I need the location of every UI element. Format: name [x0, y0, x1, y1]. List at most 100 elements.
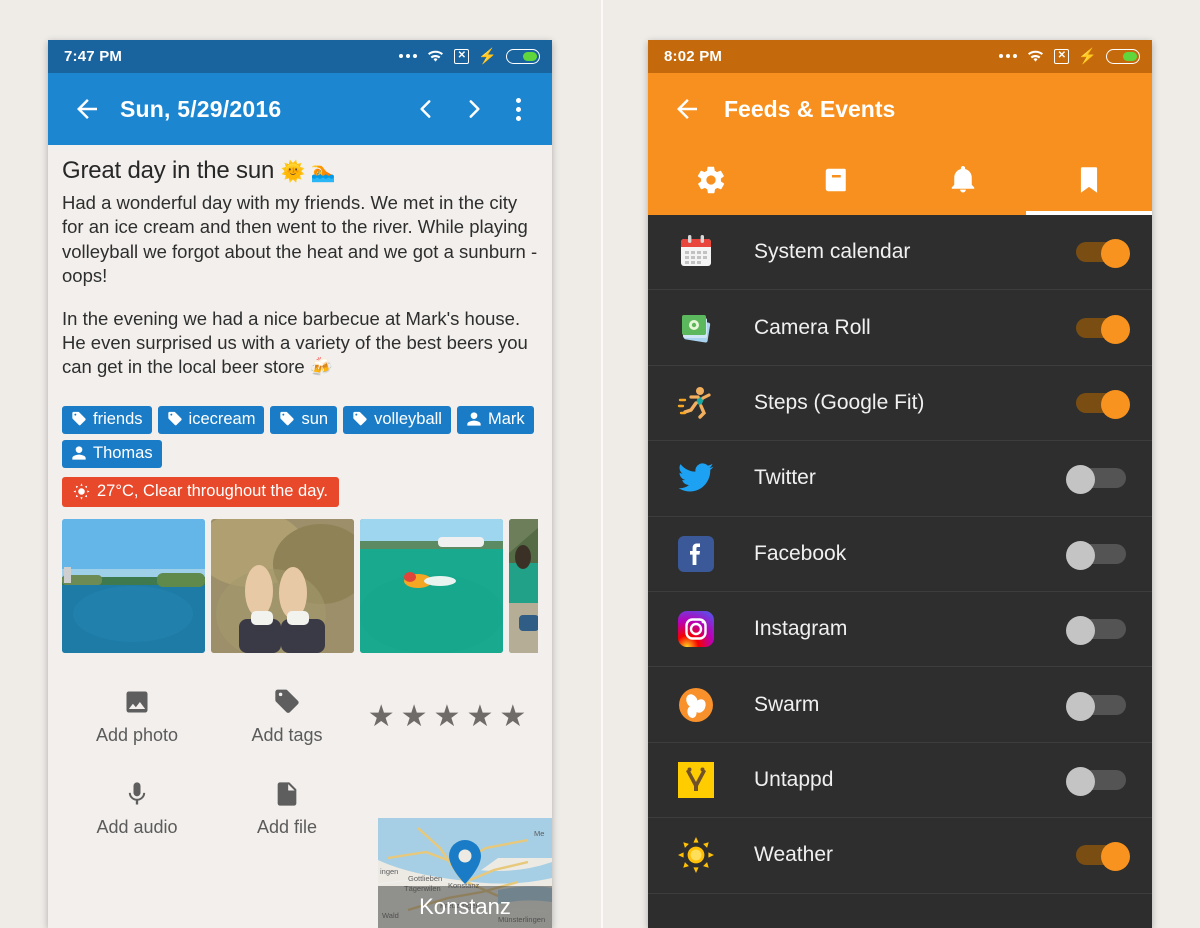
tab-settings[interactable]	[648, 145, 774, 215]
tag-chip[interactable]: icecream	[157, 405, 265, 434]
action-row: Add photo Add tags ★ ★ ★ ★ ★	[62, 671, 538, 763]
feed-toggle[interactable]	[1066, 239, 1130, 269]
more-vertical-icon[interactable]	[498, 85, 538, 133]
feed-row-system-calendar[interactable]: System calendar	[648, 215, 1152, 291]
star-icon[interactable]: ★	[401, 701, 428, 732]
add-photo-button[interactable]: Add photo	[62, 671, 212, 763]
feed-toggle[interactable]	[1066, 766, 1130, 796]
person-icon	[72, 446, 86, 461]
add-audio-label: Add audio	[96, 816, 178, 837]
wifi-icon	[1026, 47, 1045, 67]
facebook-icon	[674, 532, 718, 576]
feed-label: Swarm	[754, 692, 820, 716]
feed-row-weather[interactable]: Weather	[648, 818, 1152, 894]
back-button[interactable]	[62, 84, 112, 134]
instagram-icon	[674, 607, 718, 651]
tab-feeds[interactable]	[1026, 145, 1152, 215]
feed-toggle[interactable]	[1066, 540, 1130, 570]
bookmark-icon	[1080, 167, 1098, 193]
feed-row-untappd[interactable]: Untappd	[648, 743, 1152, 819]
feed-toggle[interactable]	[1066, 314, 1130, 344]
entry-title-emoji: 🌞 🏊	[280, 161, 336, 183]
tag-chip[interactable]: sun	[270, 405, 338, 434]
entry-title: Great day in the sun 🌞 🏊	[62, 145, 538, 191]
location-map-thumbnail[interactable]: Me ingen Gottlieben Tägerwilen Konstanz …	[378, 818, 552, 928]
feed-label: Weather	[754, 843, 833, 867]
feed-toggle[interactable]	[1066, 842, 1130, 872]
person-chip-label: Thomas	[93, 443, 153, 462]
battery-icon	[1106, 49, 1140, 64]
feed-toggle[interactable]	[1066, 691, 1130, 721]
feed-list: System calendar Camera Roll Steps (Googl…	[648, 215, 1152, 894]
status-bar-time: 8:02 PM	[664, 48, 723, 65]
charging-bolt-icon: ⚡	[1078, 48, 1097, 65]
image-icon	[126, 691, 148, 713]
tag-chip-list: friends icecream sun volleyball Mark Tho…	[62, 405, 538, 468]
person-chip[interactable]: Mark	[456, 405, 534, 434]
weather-text: 27°C, Clear throughout the day.	[97, 481, 329, 500]
feed-row-swarm[interactable]: Swarm	[648, 667, 1152, 743]
page-title: Sun, 5/29/2016	[120, 95, 282, 122]
feed-row-steps[interactable]: Steps (Google Fit)	[648, 366, 1152, 442]
swarm-icon	[674, 683, 718, 727]
feed-label: Instagram	[754, 617, 848, 641]
beach-people-photo[interactable]	[509, 518, 538, 653]
feed-label: Steps (Google Fit)	[754, 390, 925, 414]
feed-toggle[interactable]	[1066, 389, 1130, 419]
photos-icon	[674, 306, 718, 350]
entry-title-text: Great day in the sun	[62, 157, 275, 184]
tag-icon	[275, 689, 299, 713]
book-icon	[825, 168, 846, 192]
status-bar-time: 7:47 PM	[64, 48, 123, 65]
feed-row-camera-roll[interactable]: Camera Roll	[648, 290, 1152, 366]
tab-reminders[interactable]	[900, 145, 1026, 215]
feed-toggle[interactable]	[1066, 616, 1130, 646]
tab-bar	[648, 145, 1152, 215]
map-caption: Konstanz	[378, 886, 552, 928]
weather-badge[interactable]: 27°C, Clear throughout the day.	[62, 476, 340, 507]
river-with-trees-photo[interactable]	[62, 518, 205, 653]
feed-row-twitter[interactable]: Twitter	[648, 441, 1152, 517]
tag-chip-label: sun	[301, 409, 329, 428]
rating-stars[interactable]: ★ ★ ★ ★ ★	[362, 671, 532, 763]
star-icon[interactable]: ★	[466, 701, 493, 732]
tag-icon	[167, 412, 182, 426]
runner-icon	[674, 381, 718, 425]
person-icon	[467, 412, 481, 427]
person-chip[interactable]: Thomas	[62, 439, 162, 468]
file-icon	[277, 782, 297, 806]
feet-in-shallow-water-photo[interactable]	[211, 518, 354, 653]
add-file-button[interactable]: Add file	[212, 763, 362, 855]
tag-chip-label: volleyball	[374, 409, 442, 428]
charging-bolt-icon: ⚡	[478, 48, 497, 65]
tag-icon	[72, 412, 86, 426]
swimmer-in-lake-photo[interactable]	[360, 518, 503, 653]
add-audio-button[interactable]: Add audio	[62, 763, 212, 855]
tab-diary[interactable]	[774, 145, 900, 215]
tag-chip[interactable]: volleyball	[343, 405, 451, 434]
back-button[interactable]	[662, 84, 712, 134]
star-icon[interactable]: ★	[499, 701, 526, 732]
sim-disabled-icon: ✕	[1054, 49, 1070, 64]
feed-toggle[interactable]	[1066, 465, 1130, 495]
feed-row-facebook[interactable]: Facebook	[648, 517, 1152, 592]
add-tags-button[interactable]: Add tags	[212, 671, 362, 763]
star-icon[interactable]: ★	[368, 701, 395, 732]
microphone-icon	[128, 782, 146, 805]
battery-icon	[506, 49, 540, 64]
map-label: Me	[534, 829, 544, 838]
tag-chip[interactable]: friends	[62, 405, 152, 434]
entry-paragraph: In the evening we had a nice barbecue at…	[62, 307, 528, 378]
tag-chip-label: friends	[93, 409, 143, 428]
previous-day-button[interactable]	[402, 85, 450, 133]
map-label: ingen	[380, 867, 398, 876]
next-day-button[interactable]	[450, 85, 498, 133]
calendar-icon	[674, 230, 718, 274]
feed-row-instagram[interactable]: Instagram	[648, 592, 1152, 668]
app-bar: Sun, 5/29/2016	[48, 73, 552, 145]
entry-content: Great day in the sun 🌞 🏊 Had a wonderful…	[48, 145, 552, 928]
tag-chip-label: icecream	[188, 409, 256, 428]
tag-icon	[353, 412, 367, 426]
star-icon[interactable]: ★	[434, 701, 461, 732]
tag-icon	[280, 412, 295, 426]
